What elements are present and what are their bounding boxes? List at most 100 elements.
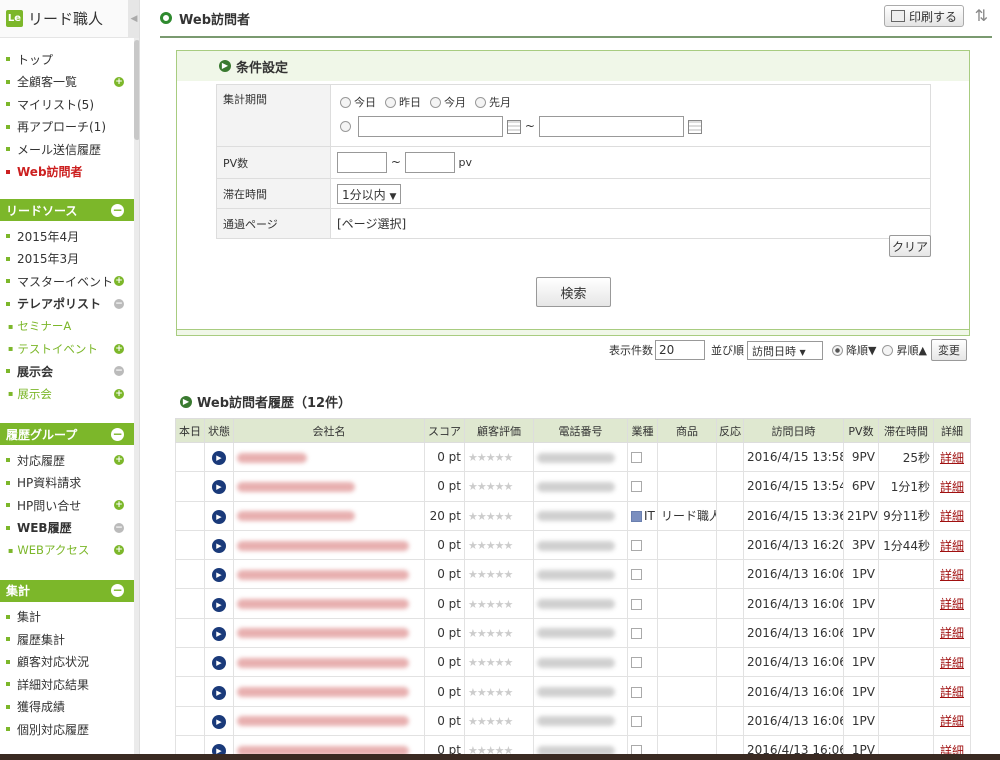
period-radio[interactable]	[385, 97, 396, 108]
app-logo[interactable]: Le リード職人	[0, 0, 139, 38]
table-row[interactable]: ▶ 0 pt ★★★★★ 2016/4/13 16:06 1PV 詳細	[175, 705, 971, 736]
column-header[interactable]: PV数	[843, 418, 879, 443]
status-play-icon[interactable]: ▶	[212, 451, 226, 466]
company-cell[interactable]	[233, 617, 425, 649]
date-from-input[interactable]	[357, 116, 503, 137]
column-header[interactable]: 商品	[657, 418, 717, 443]
status-play-icon[interactable]: ▶	[212, 480, 226, 495]
sidebar-item[interactable]: 展示会 −	[0, 360, 134, 383]
company-cell[interactable]	[233, 471, 425, 502]
industry-checkbox[interactable]	[631, 452, 642, 464]
column-header[interactable]: 会社名	[233, 418, 425, 443]
company-cell[interactable]	[233, 500, 425, 531]
company-cell[interactable]	[233, 647, 425, 678]
sidebar-item[interactable]: 2015年4月	[0, 225, 134, 248]
sidebar-section-header[interactable]: リードソース −	[0, 199, 134, 221]
status-play-icon[interactable]: ▶	[212, 539, 226, 554]
detail-link[interactable]: 詳細	[940, 539, 964, 553]
status-play-icon[interactable]: ▶	[212, 509, 226, 524]
sidebar-item[interactable]: 対応履歴 +	[0, 449, 134, 472]
table-row[interactable]: ▶ 0 pt ★★★★★ 2016/4/13 16:06 1PV 詳細	[175, 617, 971, 649]
sidebar-item[interactable]: WEB履歴 −	[0, 517, 134, 540]
industry-checkbox[interactable]	[631, 481, 642, 493]
detail-link[interactable]: 詳細	[940, 451, 964, 465]
rating-stars[interactable]: ★★★★★	[468, 539, 513, 552]
period-radio[interactable]	[430, 97, 441, 108]
industry-checkbox[interactable]	[631, 598, 642, 610]
detail-link[interactable]: 詳細	[940, 597, 964, 611]
page-select-link[interactable]: [ページ選択]	[337, 217, 406, 231]
sidebar-item[interactable]: HP資料請求	[0, 472, 134, 495]
industry-checkbox[interactable]	[631, 510, 642, 522]
rating-stars[interactable]: ★★★★★	[468, 656, 513, 669]
sidebar-item[interactable]: 履歴集計	[0, 628, 134, 651]
detail-link[interactable]: 詳細	[940, 480, 964, 494]
column-header[interactable]: 反応	[716, 418, 744, 443]
status-play-icon[interactable]: ▶	[212, 685, 226, 700]
rating-stars[interactable]: ★★★★★	[468, 568, 513, 581]
detail-link[interactable]: 詳細	[940, 656, 964, 670]
expand-icon[interactable]: +	[114, 455, 124, 466]
sidebar-item[interactable]: ▪ セミナーA	[0, 315, 134, 338]
detail-link[interactable]: 詳細	[940, 568, 964, 582]
detail-link[interactable]: 詳細	[940, 685, 964, 699]
sidebar-item[interactable]: マイリスト(5)	[0, 93, 134, 116]
expand-icon[interactable]: +	[114, 343, 124, 354]
period-radio[interactable]	[340, 97, 351, 108]
collapse-sidebar-icon[interactable]: ◀	[128, 0, 139, 38]
sidebar-item[interactable]: 2015年3月	[0, 248, 134, 271]
stay-select[interactable]: 1分以内 ▼	[337, 183, 402, 204]
industry-checkbox[interactable]	[631, 715, 642, 727]
rating-stars[interactable]: ★★★★★	[468, 598, 513, 611]
calendar-icon[interactable]	[687, 119, 702, 134]
industry-checkbox[interactable]	[631, 540, 642, 552]
sidebar-item[interactable]: 詳細対応結果	[0, 673, 134, 696]
sidebar-item[interactable]: 全顧客一覧 +	[0, 71, 134, 94]
collapse-section-icon[interactable]: −	[111, 203, 124, 217]
pv-max-input[interactable]	[404, 152, 455, 173]
rating-stars[interactable]: ★★★★★	[468, 510, 513, 523]
column-header[interactable]: 滞在時間	[878, 418, 934, 443]
column-header[interactable]: 業種	[627, 418, 658, 443]
table-row[interactable]: ▶ 0 pt ★★★★★ 2016/4/15 13:58 9PV 25秒 詳細	[175, 441, 971, 473]
expand-icon[interactable]: +	[114, 500, 124, 511]
sidebar-item[interactable]: 再アプローチ(1)	[0, 116, 134, 139]
rating-stars[interactable]: ★★★★★	[468, 715, 513, 728]
date-to-input[interactable]	[538, 116, 684, 137]
sidebar-item[interactable]: ▪ テストイベント +	[0, 338, 134, 361]
period-radio[interactable]	[475, 97, 486, 108]
status-play-icon[interactable]: ▶	[212, 656, 226, 671]
sidebar-item[interactable]: 個別対応履歴	[0, 718, 134, 741]
industry-checkbox[interactable]	[631, 569, 642, 581]
custom-range-radio[interactable]	[340, 121, 351, 132]
sidebar-item[interactable]: マスターイベント +	[0, 270, 134, 293]
column-header[interactable]: スコア	[424, 418, 465, 443]
count-input[interactable]: 20	[655, 340, 705, 360]
sidebar-item[interactable]: HP問い合せ +	[0, 494, 134, 517]
rating-stars[interactable]: ★★★★★	[468, 451, 513, 464]
rating-stars[interactable]: ★★★★★	[468, 627, 513, 640]
table-row[interactable]: ▶ 0 pt ★★★★★ 2016/4/13 16:06 1PV 詳細	[175, 559, 971, 590]
detail-link[interactable]: 詳細	[940, 626, 964, 640]
table-row[interactable]: ▶ 0 pt ★★★★★ 2016/4/15 13:54 6PV 1分1秒 詳細	[175, 471, 971, 502]
status-play-icon[interactable]: ▶	[212, 568, 226, 583]
column-header[interactable]: 顧客評価	[464, 418, 534, 443]
detail-link[interactable]: 詳細	[940, 509, 964, 523]
calendar-icon[interactable]	[506, 119, 521, 134]
table-row[interactable]: ▶ 20 pt ★★★★★ IT リード職人 2016/4/15 13:36 21PV 9分1…	[175, 500, 971, 531]
sidebar-item[interactable]: 集計	[0, 606, 134, 629]
expand-icon[interactable]: +	[114, 276, 124, 287]
company-cell[interactable]	[233, 529, 425, 561]
company-cell[interactable]	[233, 705, 425, 736]
sidebar-section-header[interactable]: 履歴グループ −	[0, 423, 134, 445]
table-row[interactable]: ▶ 0 pt ★★★★★ 2016/4/13 16:06 1PV 詳細	[175, 588, 971, 619]
sidebar-section-header[interactable]: 集計 −	[0, 579, 134, 602]
print-button[interactable]: 印刷する	[883, 5, 964, 27]
sync-icon[interactable]: ⇅	[975, 6, 988, 25]
sort-select[interactable]: 訪問日時 ▼	[747, 340, 823, 360]
status-play-icon[interactable]: ▶	[212, 597, 226, 612]
sidebar-item[interactable]: ▪ 展示会 +	[0, 383, 134, 406]
sidebar-item[interactable]: 獲得成績	[0, 696, 134, 719]
sidebar-item[interactable]: メール送信履歴	[0, 138, 134, 161]
sidebar-item[interactable]: 顧客対応状況	[0, 651, 134, 674]
